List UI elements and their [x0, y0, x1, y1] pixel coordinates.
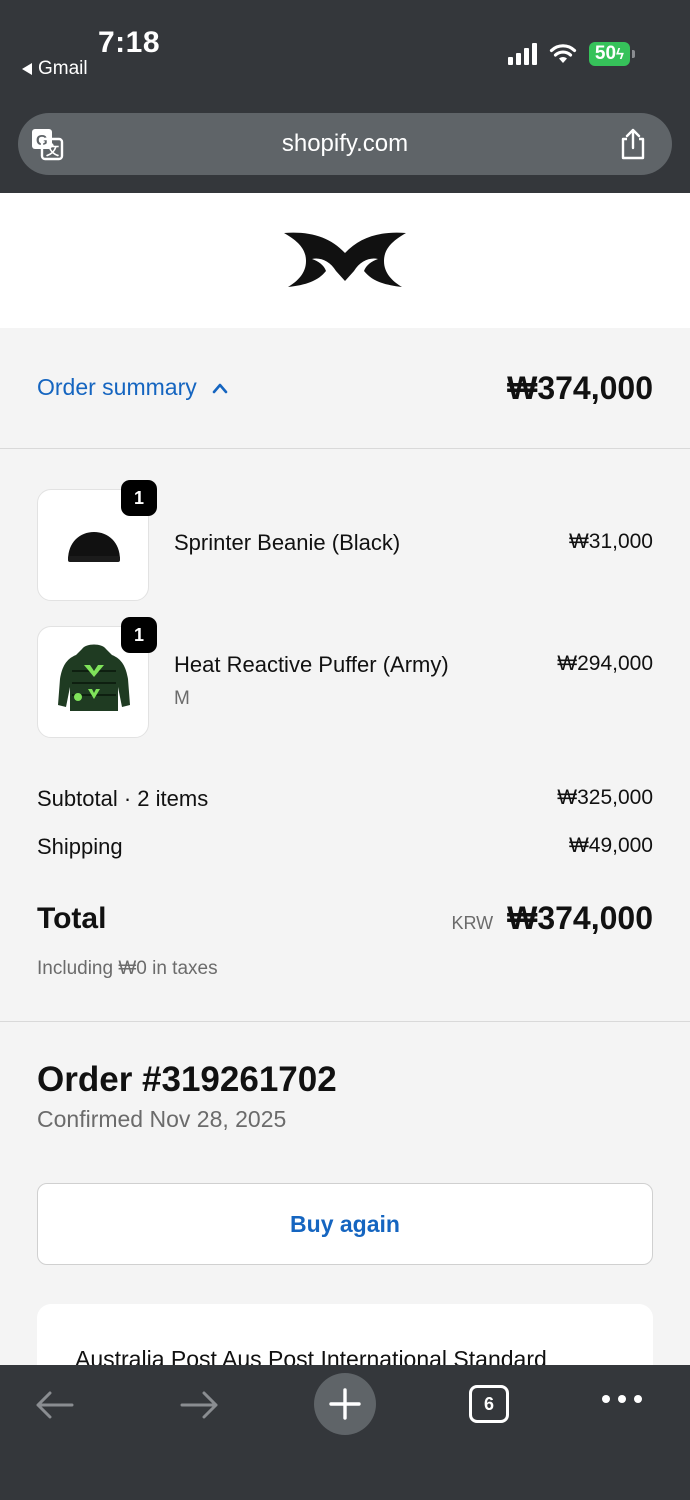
wifi-icon	[549, 44, 577, 63]
plus-icon	[329, 1388, 361, 1420]
item-name: Heat Reactive Puffer (Army)	[174, 652, 449, 677]
browser-top-chrome: Gmail 7:18 50ϟ G 文 shopify.com	[0, 0, 690, 193]
order-confirmed-date: Confirmed Nov 28, 2025	[37, 1106, 287, 1132]
line-item: 1 Sprinter Beanie (Black) ₩31,000	[37, 480, 653, 601]
order-summary-text: Order summary	[37, 374, 197, 400]
shipping-value: ₩49,000	[568, 834, 653, 857]
subtotal-label: Subtotal · 2 items	[37, 786, 209, 811]
line-item: 1 Heat Reactive Puffer (Army) M ₩294,000	[37, 617, 653, 738]
browser-bottom-toolbar: 6	[0, 1365, 690, 1500]
back-triangle-icon	[22, 63, 32, 75]
item-price: ₩31,000	[568, 530, 653, 553]
quantity-badge: 1	[121, 480, 157, 516]
status-icons: 50ϟ	[507, 42, 636, 66]
store-logo[interactable]	[280, 227, 410, 291]
battery-indicator: 50ϟ	[588, 42, 636, 66]
total-amount: KRW ₩374,000	[451, 900, 653, 937]
new-tab-button[interactable]	[314, 1373, 376, 1435]
item-variant: M	[174, 688, 190, 709]
back-arrow-icon[interactable]	[24, 1385, 84, 1425]
back-to-app-link[interactable]: Gmail	[22, 58, 88, 80]
url-text: shopify.com	[281, 130, 409, 157]
item-price: ₩294,000	[557, 652, 653, 675]
share-icon[interactable]	[618, 127, 648, 161]
subtotal-value: ₩325,000	[557, 786, 653, 809]
tab-switcher-button[interactable]: 6	[469, 1385, 509, 1423]
chevron-up-icon	[212, 383, 228, 393]
order-summary-total: ₩374,000	[507, 370, 653, 406]
store-header	[0, 193, 690, 328]
order-summary-label[interactable]: Order summary	[37, 374, 229, 401]
status-time: 7:18	[98, 26, 161, 59]
total-label: Total	[37, 902, 107, 935]
tax-note: Including ₩0 in taxes	[37, 958, 218, 979]
charging-icon: ϟ	[616, 46, 624, 63]
currency-code: KRW	[451, 913, 494, 933]
back-app-label: Gmail	[38, 58, 88, 79]
address-bar[interactable]: G 文 shopify.com	[18, 113, 672, 175]
section-divider	[0, 1021, 690, 1022]
cellular-signal-icon	[507, 43, 537, 65]
item-name: Sprinter Beanie (Black)	[174, 530, 401, 555]
battery-level: 50	[594, 43, 617, 64]
more-options-icon[interactable]	[602, 1395, 642, 1403]
quantity-badge: 1	[121, 617, 157, 653]
forward-arrow-icon[interactable]	[170, 1385, 230, 1425]
order-number: Order #319261702	[37, 1060, 337, 1099]
shipping-label: Shipping	[37, 834, 123, 859]
order-summary-toggle[interactable]: Order summary ₩374,000	[0, 328, 690, 449]
buy-again-button[interactable]: Buy again	[37, 1183, 653, 1265]
total-value: ₩374,000	[507, 900, 653, 936]
